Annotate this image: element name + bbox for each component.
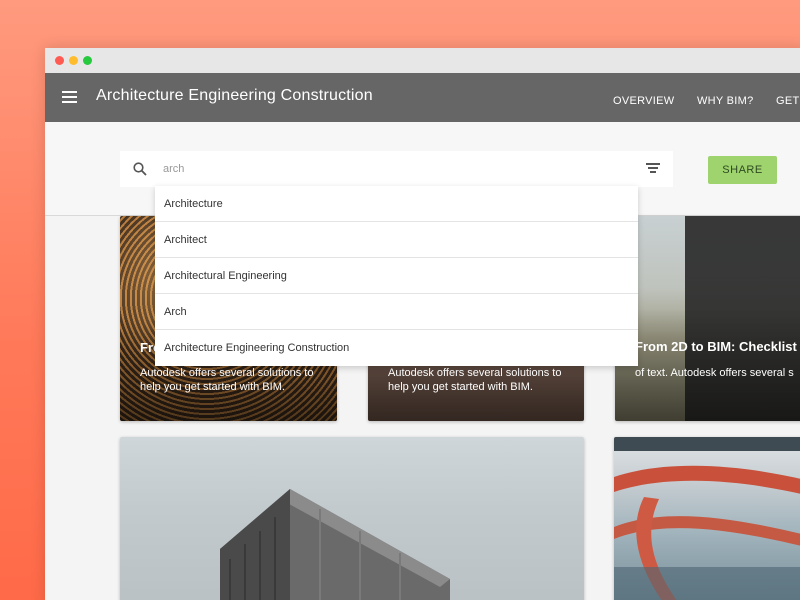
search-box[interactable] [120,151,673,187]
search-icon [133,162,147,176]
app-bar: Architecture Engineering Construction OV… [45,73,800,122]
browser-chrome [45,48,800,73]
card-description: of text. Autodesk offers several s [635,367,794,379]
bridge-illustration [614,437,800,600]
article-card[interactable] [120,437,584,600]
nav-item-overview[interactable]: OVERVIEW [613,95,675,107]
barn-building-illustration [220,489,450,600]
hamburger-menu-icon[interactable] [62,91,77,103]
share-button[interactable]: SHARE [708,156,777,184]
browser-window: Architecture Engineering Construction OV… [45,48,800,600]
suggestion-item[interactable]: Arch [155,294,638,330]
nav-item-why-bim[interactable]: WHY BIM? [697,95,754,107]
card-description: Autodesk offers several solutions to hel… [140,367,314,393]
filter-icon[interactable] [646,163,660,174]
minimize-window-dot[interactable] [69,56,78,65]
article-card[interactable] [614,437,800,600]
article-card[interactable]: From 2D to BIM: Checklist of text. Autod… [615,216,800,421]
maximize-window-dot[interactable] [83,56,92,65]
suggestion-item[interactable]: Architecture Engineering Construction [155,330,638,366]
suggestion-item[interactable]: Architecture [155,186,638,222]
suggestion-item[interactable]: Architect [155,222,638,258]
nav-item-get-started[interactable]: GET STA [776,95,800,107]
top-nav: OVERVIEW WHY BIM? GET STA [613,91,800,109]
autocomplete-dropdown: Architecture Architect Architectural Eng… [155,186,638,366]
card-title: From 2D to BIM: Checklist [635,339,797,354]
card-overlay [615,216,800,421]
search-input[interactable] [163,159,633,179]
app-title: Architecture Engineering Construction [96,87,373,104]
suggestion-item[interactable]: Architectural Engineering [155,258,638,294]
close-window-dot[interactable] [55,56,64,65]
card-description: Autodesk offers several solutions to hel… [388,367,562,393]
